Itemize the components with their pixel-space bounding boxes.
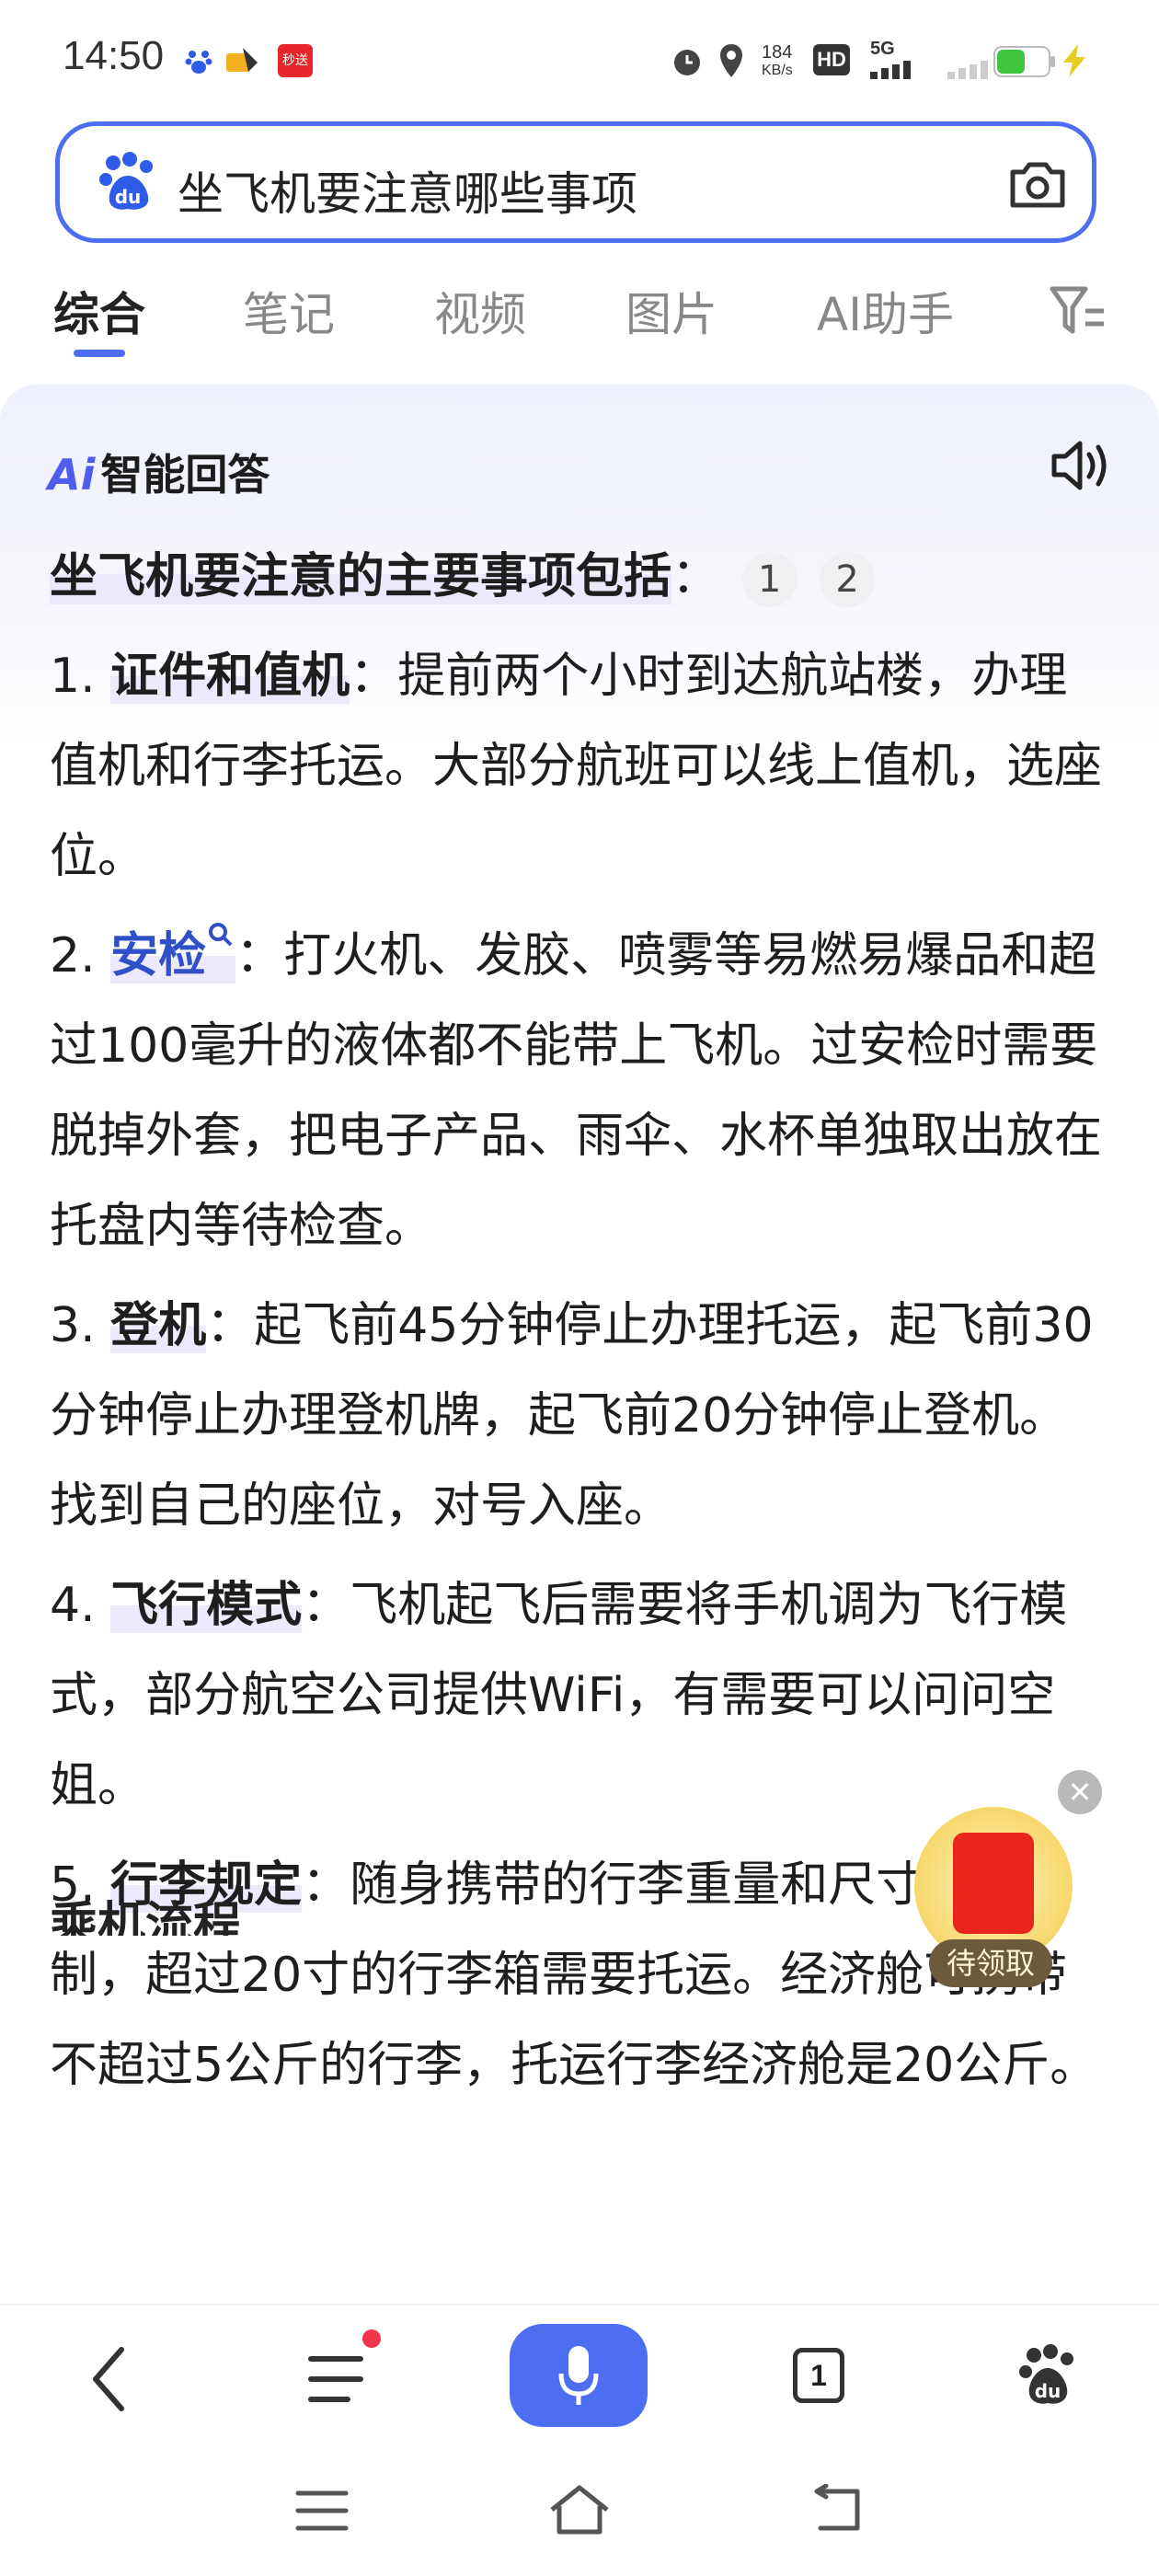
- charging-icon: [1063, 44, 1085, 77]
- hd-icon: HD: [813, 44, 850, 75]
- camera-icon[interactable]: [1007, 159, 1068, 211]
- ai-title-text: 智能回答: [100, 450, 270, 500]
- tab-ai-assistant[interactable]: AI助手: [817, 278, 954, 344]
- home-icon[interactable]: [546, 2482, 613, 2537]
- baidu-logo-icon: du: [99, 152, 153, 210]
- tab-notes[interactable]: 笔记: [243, 278, 335, 344]
- item-title: 登机: [110, 1298, 207, 1353]
- battery-icon: [993, 46, 1055, 77]
- item-text: 起飞前45分钟停止办理托运，起飞前30分钟停止办理登机牌，起飞前20分钟停止登机…: [50, 1298, 1094, 1534]
- summary-colon: ：: [671, 549, 720, 604]
- signal-icon: [870, 61, 911, 79]
- tab-images[interactable]: 图片: [625, 278, 717, 344]
- item-title-link[interactable]: 安检: [110, 923, 236, 983]
- network-speed-unit: KB/s: [762, 63, 793, 78]
- list-item: 1. 证件和值机：提前两个小时到达航站楼，办理值机和行李托运。大部分航班可以线上…: [50, 649, 1103, 884]
- list-item: 2. 安检 ：打火机、发胶、喷雾等易燃易爆品和超过100毫升的液体都不能带上飞机。…: [50, 911, 1107, 1271]
- back-icon[interactable]: [86, 2344, 132, 2414]
- app-badge-icon: 秒送: [278, 44, 313, 77]
- bottom-toolbar: 1 du: [0, 2304, 1159, 2453]
- search-query[interactable]: 坐飞机要注意哪些事项: [178, 157, 637, 224]
- microphone-icon: [558, 2346, 599, 2405]
- item-title: 飞行模式: [110, 1578, 303, 1633]
- list-item: 4. 飞行模式：飞机起飞后需要将手机调为飞行模式，部分航空公司提供WiFi，有需…: [50, 1578, 1068, 1813]
- close-icon[interactable]: ✕: [1058, 1770, 1102, 1814]
- tab-bar: 综合 笔记 视频 图片 AI助手: [0, 267, 1159, 368]
- item-number: 2.: [50, 928, 96, 983]
- list-item: 3. 登机：起飞前45分钟停止办理托运，起飞前30分钟停止办理登机牌，起飞前20…: [50, 1298, 1094, 1534]
- back-nav-icon[interactable]: [808, 2484, 866, 2536]
- red-packet-label[interactable]: 待领取: [929, 1939, 1052, 1987]
- baidu-paw-icon: [185, 51, 212, 74]
- red-envelope-icon: [953, 1833, 1034, 1934]
- item-number: 3.: [50, 1298, 96, 1353]
- item-title: 证件和值机: [110, 649, 350, 704]
- baidu-home-icon[interactable]: du: [1017, 2342, 1078, 2409]
- alarm-icon: [674, 50, 700, 75]
- tab-active-indicator: [74, 350, 125, 357]
- summary-text: 坐飞机要注意的主要事项包括: [50, 549, 672, 604]
- status-bar: 14:50 秒送 184 KB/s HD 5G: [0, 0, 1159, 110]
- network-speed: 184: [762, 42, 793, 63]
- filter-icon[interactable]: [1049, 283, 1107, 339]
- ai-answer-title: Ai 智能回答: [48, 442, 270, 502]
- location-icon: [720, 44, 742, 77]
- item-number: 4.: [50, 1578, 96, 1633]
- citation-2[interactable]: 2: [820, 552, 876, 607]
- recent-apps-icon[interactable]: [294, 2488, 350, 2534]
- item-number: 1.: [50, 649, 96, 704]
- menu-icon[interactable]: [307, 2353, 364, 2405]
- voice-search-button[interactable]: [510, 2324, 648, 2427]
- ai-answer-card: Ai 智能回答 坐飞机要注意的主要事项包括： 1 2 1. 证件和值机：提前两个小…: [0, 385, 1159, 2317]
- system-navigation-bar: [0, 2451, 1159, 2576]
- signal-secondary-icon: [947, 61, 988, 79]
- notification-icon: [226, 48, 258, 72]
- tabs-count-button[interactable]: 1: [793, 2348, 844, 2403]
- ai-logo-icon: Ai: [48, 450, 96, 500]
- notification-dot: [362, 2329, 381, 2348]
- search-box[interactable]: du 坐飞机要注意哪些事项: [55, 121, 1096, 243]
- next-section-heading: 乘机流程: [50, 1898, 242, 1936]
- speaker-icon[interactable]: [1049, 436, 1113, 495]
- svg-text:du: du: [115, 186, 142, 208]
- status-time: 14:50: [63, 33, 165, 78]
- tab-all[interactable]: 综合: [53, 278, 145, 344]
- answer-summary: 坐飞机要注意的主要事项包括： 1 2: [50, 532, 1107, 622]
- citation-1[interactable]: 1: [741, 552, 798, 607]
- item-title[interactable]: 安检: [110, 928, 206, 983]
- search-icon: [209, 923, 233, 947]
- tab-video[interactable]: 视频: [434, 278, 526, 344]
- svg-text:du: du: [1035, 2380, 1061, 2402]
